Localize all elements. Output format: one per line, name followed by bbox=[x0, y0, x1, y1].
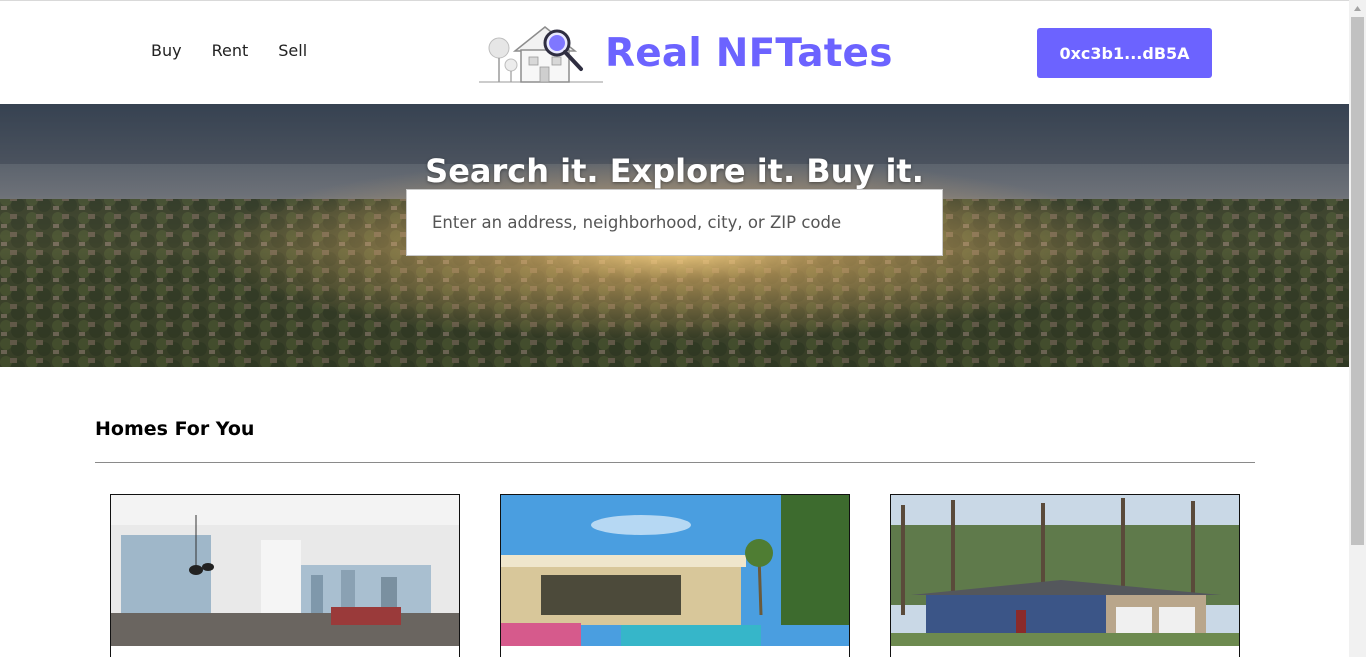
blue-house-with-pine-trees-image bbox=[891, 495, 1239, 646]
brand-title: Real NFTates bbox=[605, 30, 893, 76]
nav-buy-link[interactable]: Buy bbox=[136, 41, 197, 60]
home-card-2[interactable] bbox=[500, 494, 850, 657]
wallet-address-button[interactable]: 0xc3b1...dB5A bbox=[1037, 28, 1212, 78]
homes-section-title: Homes For You bbox=[95, 418, 255, 440]
nav-rent-link[interactable]: Rent bbox=[197, 41, 264, 60]
modern-apartment-interior-image bbox=[111, 495, 459, 646]
hero-banner: Search it. Explore it. Buy it. bbox=[0, 104, 1349, 367]
vertical-scrollbar[interactable] bbox=[1349, 0, 1366, 657]
house-magnifier-logo-icon bbox=[479, 26, 603, 83]
scrollbar-thumb[interactable] bbox=[1351, 17, 1364, 545]
search-box bbox=[406, 189, 943, 256]
main-nav: Buy Rent Sell bbox=[136, 41, 322, 60]
nav-sell-link[interactable]: Sell bbox=[263, 41, 322, 60]
home-card-1[interactable] bbox=[110, 494, 460, 657]
brand[interactable]: Real NFTates bbox=[477, 21, 893, 85]
home-card-3[interactable] bbox=[890, 494, 1240, 657]
page: Buy Rent Sell Real NFTates 0xc3b1...dB5A… bbox=[0, 0, 1349, 657]
site-header: Buy Rent Sell Real NFTates 0xc3b1...dB5A bbox=[0, 1, 1349, 104]
section-divider bbox=[95, 462, 1255, 463]
desert-house-with-pool-image bbox=[501, 495, 849, 646]
hero-title: Search it. Explore it. Buy it. bbox=[425, 152, 924, 190]
address-search-input[interactable] bbox=[407, 190, 942, 255]
scroll-up-arrow-icon[interactable] bbox=[1349, 0, 1366, 17]
